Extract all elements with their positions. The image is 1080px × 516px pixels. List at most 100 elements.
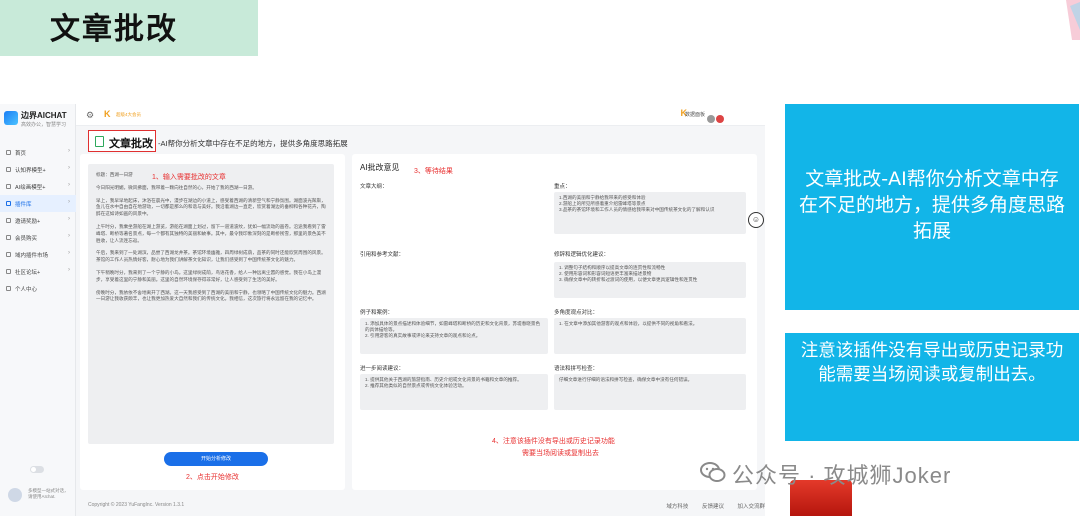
article-paragraph: 下午稍晚时分，我来到了一个宁静的小岛。这里绿树成荫，鸟语花香，给人一种远离尘嚣的… bbox=[96, 269, 322, 282]
chevron-right-icon: › bbox=[68, 165, 70, 171]
sidebar-item-label: 插件库 bbox=[15, 201, 32, 208]
topbar-user-icons[interactable] bbox=[707, 110, 725, 123]
sidebar-item-label: 邀请奖励+ bbox=[15, 218, 41, 225]
sidebar-user-text: 多模型一站式对话，请使用AIchat. bbox=[28, 488, 69, 499]
callout-description-text: 文章批改-AI帮你分析文章中存在不足的地方，提供多角度思路拓展 bbox=[798, 168, 1065, 242]
avatar-icon bbox=[716, 115, 724, 123]
article-paragraph: 傍晚时分，我依依不舍地离开了西湖。这一天我感受到了西湖的美丽和宁静，也领略了中国… bbox=[96, 289, 326, 302]
sidebar-item-label: AI绘画模型+ bbox=[15, 184, 46, 191]
sidebar-item-profile[interactable]: 个人中心 bbox=[0, 280, 76, 297]
k-logo-icon: K bbox=[104, 109, 111, 119]
sidebar-item-plugin-market[interactable]: 域内插件市场 › bbox=[0, 246, 76, 263]
brand-logo-icon bbox=[4, 111, 18, 125]
crown-icon bbox=[6, 235, 11, 240]
plugin-icon bbox=[6, 201, 11, 206]
brand[interactable]: 边界AICHAT 高效办公，智慧学习 bbox=[4, 108, 74, 134]
sidebar-item-label: 个人中心 bbox=[15, 286, 38, 293]
sidebar-item-plugins[interactable]: 插件库 › bbox=[0, 195, 76, 212]
footer-copyright: Copyright © 2023 YuFangInc. Version 1.3.… bbox=[88, 502, 185, 508]
slide-title: 文章批改 bbox=[50, 12, 178, 47]
theme-toggle[interactable] bbox=[30, 466, 44, 473]
avatar bbox=[8, 488, 22, 502]
sidebar-item-invite[interactable]: 邀请奖励+ › bbox=[0, 212, 76, 229]
sidebar-item-label: 首页 bbox=[15, 150, 27, 157]
article-paragraph: 午后，我来到了一处湖滨，品尝了西湖龙井茶。茶馆环境幽雅，四周绿树成荫，品茶的同时… bbox=[96, 250, 326, 263]
chevron-right-icon: › bbox=[68, 233, 70, 239]
callout-description: 文章批改-AI帮你分析文章中存在不足的地方，提供多角度思路拓展 bbox=[785, 104, 1079, 310]
footer-link-company[interactable]: 域方科技 bbox=[666, 504, 688, 510]
outline-label: 文章大纲： bbox=[360, 184, 388, 190]
assistant-float-icon[interactable]: ☺ bbox=[748, 212, 764, 228]
chevron-right-icon: › bbox=[68, 216, 70, 222]
examples-box: 1. 添加具体的景点描述和体验细节，如雷峰塔和断桥的历史和文化背景，苏堤春晓景色… bbox=[360, 318, 548, 354]
user-icon bbox=[6, 286, 11, 291]
sidebar-item-label: 域内插件市场 bbox=[15, 252, 49, 259]
grammar-label: 语法和拼写检查： bbox=[554, 366, 599, 372]
article-paragraph: 早上，我早早地起床，沐浴在晨光中，漫步在湖边的小道上，感受着西湖的清新空气和宁静… bbox=[96, 197, 326, 217]
sidebar-item-forum[interactable]: 社区论坛+ › bbox=[0, 263, 76, 280]
home-icon bbox=[6, 150, 11, 155]
gear-icon[interactable]: ⚙ bbox=[86, 110, 94, 121]
annotation-wait: 3、等待结果 bbox=[414, 168, 453, 175]
keypoints-label: 重点： bbox=[554, 184, 571, 190]
sidebar: 边界AICHAT 高效办公，智慧学习 首页 › 认知界模型+ › AI绘画模型+ › … bbox=[0, 104, 76, 516]
sidebar-item-cognition-models[interactable]: 认知界模型+ › bbox=[0, 161, 76, 178]
data-panel-link[interactable]: 数据面板 bbox=[685, 111, 705, 118]
brand-subtitle: 高效办公，智慧学习 bbox=[21, 122, 67, 128]
store-icon bbox=[6, 252, 11, 257]
feature-title: 文章批改 bbox=[109, 138, 153, 150]
sidebar-item-membership[interactable]: 会员购买 › bbox=[0, 229, 76, 246]
polish-label: 修辞和逻辑优化建议： bbox=[554, 252, 610, 258]
callout-warning: 注意该插件没有导出或历史记录功能需要当场阅读或复制出去。 bbox=[785, 333, 1079, 441]
sidebar-item-ai-drawing[interactable]: AI绘画模型+ › bbox=[0, 178, 76, 195]
chevron-right-icon: › bbox=[68, 250, 70, 256]
input-panel: 标题：西湖一日游 今日阳光明媚，微风拂面，我带着一颗向往自然的心，开始了我的西湖… bbox=[80, 154, 345, 490]
result-panel: AI批改意见 3、等待结果 文章大纲： 重点： 1.西湖的美丽和宁静给我带来的感… bbox=[352, 154, 757, 490]
corner-decoration-icon bbox=[1066, 0, 1080, 40]
article-input[interactable]: 标题：西湖一日游 今日阳光明媚，微风拂面，我带着一颗向往自然的心，开始了我的西湖… bbox=[88, 164, 334, 444]
account-icon bbox=[707, 115, 715, 123]
top-bar: ⚙ K 超级4大会员 K 数据面板 bbox=[76, 104, 765, 126]
sidebar-item-home[interactable]: 首页 › bbox=[0, 144, 76, 161]
plugin-header: 文章批改 -AI帮你分析文章中存在不足的地方，提供多角度思路拓展 bbox=[88, 130, 758, 154]
sidebar-item-label: 会员购买 bbox=[15, 235, 38, 242]
chat-icon bbox=[6, 167, 11, 172]
feature-title-box: 文章批改 bbox=[88, 130, 156, 152]
perspective-label: 多角度观点对比： bbox=[554, 310, 599, 316]
footer-link-feedback[interactable]: 反馈建议 bbox=[702, 504, 724, 510]
keypoints-box: 1.西湖的美丽和宁静给我带来的感受和体验 2.游船上的所见所感着重介绍雷峰塔等景… bbox=[554, 192, 746, 234]
refs-label: 引用和参考文献： bbox=[360, 252, 405, 258]
annotation-warning-2: 需要当场阅读或复制出去 bbox=[522, 450, 599, 457]
annotation-input: 1、输入需要批改的文章 bbox=[152, 174, 226, 181]
watermark-text: 公众号 · 攻城狮Joker bbox=[732, 463, 952, 488]
start-analysis-button[interactable]: 开始分析修改 bbox=[164, 452, 268, 466]
brand-name: 边界AICHAT bbox=[21, 111, 67, 120]
sidebar-nav: 首页 › 认知界模型+ › AI绘画模型+ › 插件库 › 邀请奖励+ › 会员购买 › 域… bbox=[0, 144, 76, 297]
slide-title-banner: 文章批改 bbox=[0, 0, 258, 56]
grammar-box: 仔细文章进行仔细的语法和拼写检查，确保文章中没有任何错误。 bbox=[554, 374, 746, 410]
annotation-warning-1: 4、注意该插件没有导出或历史记录功能 bbox=[492, 438, 615, 445]
result-title: AI批改意见 bbox=[360, 163, 400, 172]
article-paragraph: 上午时分，我乘坐游船在湖上游览，游船在湖面上划过，留下一道道波纹，犹如一幅流动的… bbox=[96, 223, 326, 243]
polish-box: 1. 调整句子结构和顺序以提高文章的连贯性和流畅性 2. 使用形容词和形容词短语… bbox=[554, 262, 746, 298]
sidebar-item-label: 社区论坛+ bbox=[15, 269, 41, 276]
sidebar-user[interactable]: 多模型一站式对话，请使用AIchat. bbox=[8, 486, 72, 506]
chevron-right-icon: › bbox=[68, 199, 70, 205]
examples-label: 例子和案例： bbox=[360, 310, 394, 316]
chevron-right-icon: › bbox=[68, 182, 70, 188]
wechat-icon bbox=[700, 462, 726, 482]
image-icon bbox=[6, 184, 11, 189]
chevron-right-icon: › bbox=[68, 148, 70, 154]
further-reading-label: 进一步阅读建议： bbox=[360, 366, 405, 372]
chevron-right-icon: › bbox=[68, 267, 70, 273]
feature-description: -AI帮你分析文章中存在不足的地方，提供多角度思路拓展 bbox=[158, 139, 348, 148]
further-reading-box: 1. 提供其他关于西湖的旅游指南、历史介绍或文化背景的书籍和文章的推荐。 2. … bbox=[360, 374, 548, 410]
footer-link-group[interactable]: 加入交流群 bbox=[737, 504, 765, 510]
document-icon bbox=[95, 136, 104, 147]
watermark: 公众号 · 攻城狮Joker bbox=[700, 458, 1060, 488]
membership-tag[interactable]: 超级4大会员 bbox=[116, 112, 141, 118]
perspective-box: 1. 在文章中添加其他游客的观点和体验，以提供不同的视角和看法。 bbox=[554, 318, 746, 354]
gift-icon bbox=[6, 218, 11, 223]
article-paragraph: 今日阳光明媚，微风拂面，我带着一颗向往自然的心，开始了我的西湖一日游。 bbox=[96, 184, 257, 190]
callout-warning-text: 注意该插件没有导出或历史记录功能需要当场阅读或复制出去。 bbox=[800, 341, 1064, 385]
